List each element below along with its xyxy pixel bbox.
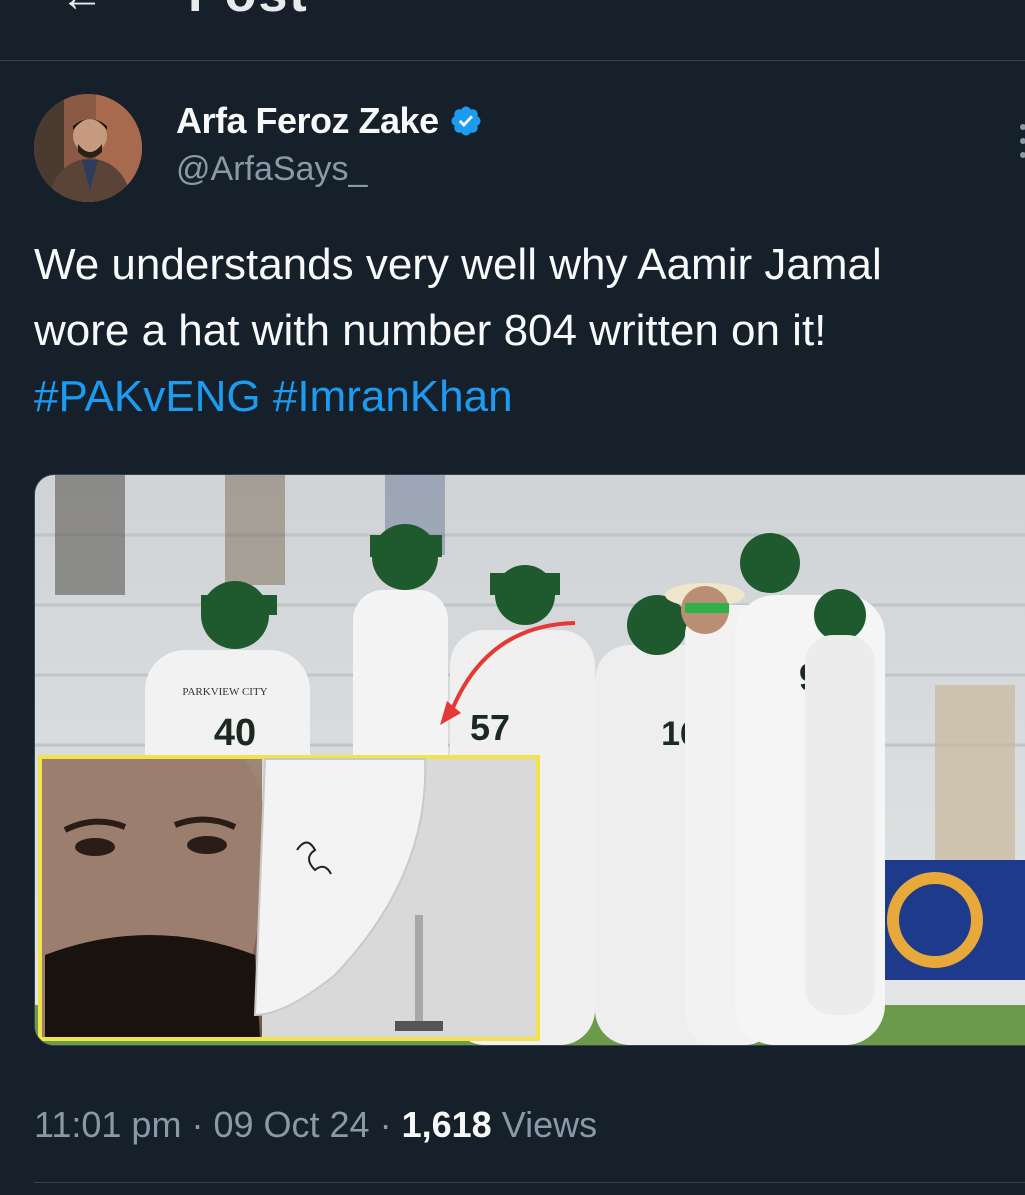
tweet-text: We understands very well why Aamir Jamal… <box>34 232 1019 430</box>
separator: · <box>379 1104 392 1145</box>
jersey-number: 57 <box>470 707 510 748</box>
sponsor-text: PARKVIEW CITY <box>182 686 267 698</box>
jersey-number: 40 <box>214 712 256 754</box>
verified-badge-icon <box>449 104 483 138</box>
post-metadata: 11:01 pm · 09 Oct 24 · 1,618 Views <box>34 1104 597 1146</box>
separator: · <box>191 1104 204 1145</box>
views-count: 1,618 <box>401 1104 492 1145</box>
hashtag-line: #PAKvENG #ImranKhan <box>34 364 1019 430</box>
avatar[interactable] <box>34 94 142 202</box>
author-row: Arfa Feroz Zake @ArfaSays_ <box>34 94 1025 206</box>
cricket-team-photo: 40 PARKVIEW CITY 57 16 94 <box>35 475 1025 1045</box>
post-date[interactable]: 09 Oct 24 <box>213 1104 369 1145</box>
more-options-icon[interactable] <box>1020 124 1025 164</box>
top-nav-bar: ← Post <box>0 0 1025 61</box>
divider <box>34 1182 1025 1183</box>
views-label: Views <box>501 1104 598 1145</box>
tweet-text-line-1: We understands very well why Aamir Jamal <box>34 240 882 289</box>
arrow-left-icon[interactable]: ← <box>60 0 104 22</box>
author-handle[interactable]: @ArfaSays_ <box>176 150 367 189</box>
tweet-text-line-2: wore a hat with number 804 written on it… <box>34 306 827 355</box>
post-time[interactable]: 11:01 pm <box>34 1104 181 1145</box>
hashtag-link[interactable]: #PAKvENG <box>34 372 261 421</box>
author-name[interactable]: Arfa Feroz Zake <box>176 100 439 142</box>
hashtag-link[interactable]: #ImranKhan <box>273 372 513 421</box>
page-title: Post <box>188 0 309 24</box>
post-image[interactable]: 40 PARKVIEW CITY 57 16 94 <box>34 474 1025 1046</box>
